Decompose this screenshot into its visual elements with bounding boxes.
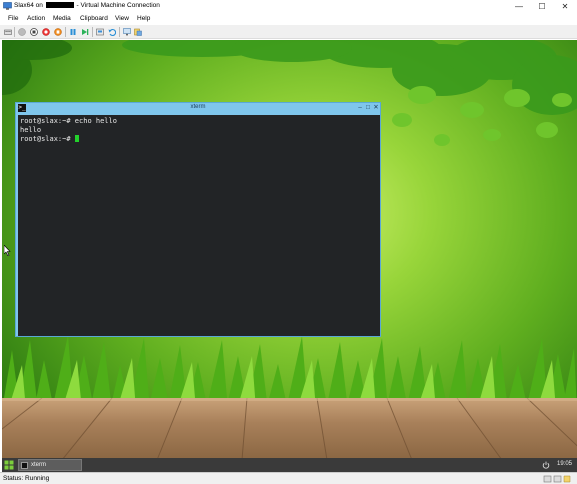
- xterm-title: xterm: [190, 104, 206, 110]
- pause-icon[interactable]: [69, 28, 77, 36]
- start-menu-icon[interactable]: [4, 460, 14, 470]
- taskbar-item-label: xterm: [31, 462, 46, 468]
- window-title-suffix: - Virtual Machine Connection: [76, 2, 160, 9]
- redacted-host-name: [45, 2, 74, 8]
- status-bar: Status: Running: [0, 472, 577, 484]
- turn-off-icon[interactable]: [30, 28, 38, 36]
- terminal-icon: [21, 462, 28, 469]
- toolbar-separator: [92, 27, 93, 37]
- xterm-close-button[interactable]: ✕: [372, 103, 380, 113]
- reset-icon[interactable]: [81, 28, 89, 36]
- menu-clipboard[interactable]: Clipboard: [80, 15, 108, 22]
- vm-status: Status: Running: [3, 475, 50, 482]
- terminal-line: hello: [20, 126, 378, 135]
- menu-view[interactable]: View: [115, 15, 129, 22]
- text-cursor: [74, 135, 79, 142]
- status-indicator-icons: [543, 475, 571, 483]
- menu-action[interactable]: Action: [27, 15, 45, 22]
- menu-bar: File Action Media Clipboard View Help: [0, 13, 577, 25]
- power-icon[interactable]: [542, 461, 550, 469]
- mouse-pointer-icon: [4, 245, 11, 256]
- terminal-line: root@slax:~# echo hello: [20, 117, 378, 126]
- toolbar-separator: [119, 27, 120, 37]
- save-icon[interactable]: [54, 28, 62, 36]
- toolbar-separator: [65, 27, 66, 37]
- start-icon[interactable]: [18, 28, 26, 36]
- xterm-minimize-button[interactable]: –: [356, 103, 364, 113]
- window-titlebar: Slax64 on - Virtual Machine Connection —…: [0, 0, 577, 13]
- maximize-button[interactable]: ☐: [531, 0, 553, 13]
- checkpoint-icon[interactable]: [96, 28, 104, 36]
- xterm-titlebar[interactable]: >_ xterm – □ ✕: [16, 103, 380, 113]
- prompt: root@slax:~#: [20, 117, 75, 125]
- terminal-line: root@slax:~#: [20, 135, 378, 144]
- window-title: Slax64 on - Virtual Machine Connection: [14, 2, 160, 9]
- menu-file[interactable]: File: [8, 15, 18, 22]
- menu-help[interactable]: Help: [137, 15, 150, 22]
- clock: 19:05: [557, 461, 573, 467]
- prompt: root@slax:~#: [20, 135, 75, 143]
- taskbar-item-xterm[interactable]: xterm: [18, 459, 82, 471]
- ctrl-alt-del-icon[interactable]: [4, 28, 12, 36]
- terminal-output[interactable]: root@slax:~# echo hello hello root@slax:…: [18, 115, 380, 336]
- xterm-window[interactable]: >_ xterm – □ ✕ root@slax:~# echo hello h…: [15, 102, 381, 337]
- window-title-prefix: Slax64 on: [14, 2, 43, 9]
- floor-boards: [2, 398, 577, 460]
- minimize-button[interactable]: —: [508, 0, 530, 13]
- command: echo hello: [74, 117, 117, 125]
- toolbar-separator: [14, 27, 15, 37]
- close-button[interactable]: ✕: [554, 0, 576, 13]
- vm-connection-icon: [3, 2, 12, 10]
- toolbar: [0, 25, 577, 39]
- vm-desktop[interactable]: >_ xterm – □ ✕ root@slax:~# echo hello h…: [2, 40, 577, 472]
- taskbar: xterm 19:05: [2, 458, 577, 472]
- shut-down-icon[interactable]: [42, 28, 50, 36]
- menu-media[interactable]: Media: [53, 15, 71, 22]
- share-icon[interactable]: [134, 28, 142, 36]
- command-output: hello: [20, 126, 42, 134]
- revert-icon[interactable]: [108, 28, 116, 36]
- enhanced-session-icon[interactable]: [123, 28, 131, 36]
- xterm-maximize-button[interactable]: □: [364, 103, 372, 113]
